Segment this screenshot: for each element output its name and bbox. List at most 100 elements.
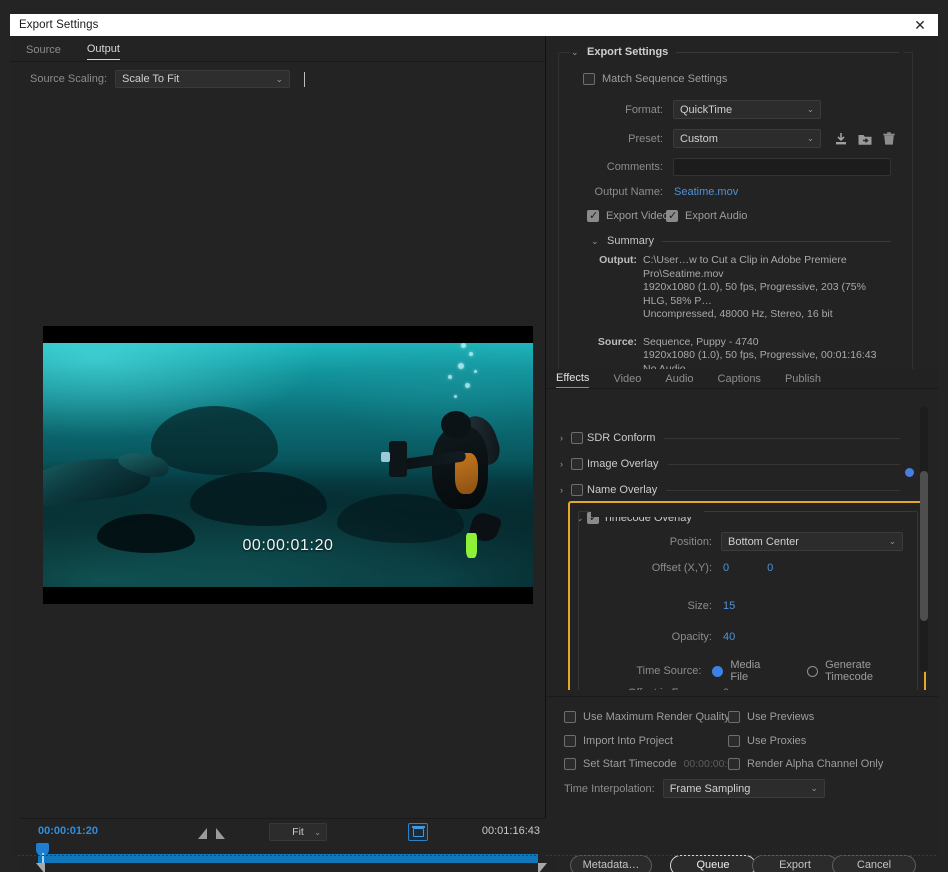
chevron-down-icon[interactable]: ⌄ (571, 47, 580, 58)
summary-output-key: Output: (599, 254, 637, 266)
image-overlay-checkbox[interactable] (571, 458, 583, 470)
offset-y-value[interactable]: 0 (767, 562, 773, 574)
summary-output-line: Uncompressed, 48000 Hz, Stereo, 16 bit (643, 308, 833, 320)
preset-row: Preset: Custom ⌄ (559, 129, 902, 148)
render-alpha-only-row[interactable]: Render Alpha Channel Only (728, 758, 883, 770)
import-into-project-row[interactable]: Import Into Project (564, 735, 673, 747)
offset-frames-value[interactable]: 0 (723, 687, 729, 690)
tab-audio[interactable]: Audio (665, 373, 693, 388)
use-proxies-checkbox[interactable] (728, 735, 740, 747)
offset-frames-row: Offset in Frames: 0 (579, 687, 909, 690)
summary-header[interactable]: ⌄ Summary (591, 235, 891, 247)
tab-output[interactable]: Output (86, 43, 120, 60)
diver-hood (440, 411, 471, 439)
video-frame: 00:00:01:20 (43, 343, 533, 587)
export-audio-label: Export Audio (685, 210, 748, 222)
window-title: Export Settings (19, 19, 99, 31)
export-video-checkbox[interactable] (587, 209, 599, 223)
source-scaling-row: Source Scaling: Scale To Fit ⌄ (10, 68, 545, 90)
time-interpolation-label: Time Interpolation: (564, 782, 655, 795)
underwater-camera (380, 440, 408, 478)
preset-label: Preset: (628, 132, 663, 145)
time-interpolation-value: Frame Sampling (669, 782, 751, 795)
size-value[interactable]: 15 (723, 600, 735, 612)
tab-video[interactable]: Video (613, 373, 641, 388)
in-point-icon[interactable] (198, 828, 207, 839)
offset-x-value[interactable]: 0 (723, 562, 729, 574)
name-overlay-checkbox[interactable] (571, 484, 583, 496)
cancel-button[interactable]: Cancel (832, 854, 916, 872)
tab-publish[interactable]: Publish (785, 373, 821, 388)
use-max-render-quality-checkbox[interactable] (564, 711, 576, 723)
use-previews-row[interactable]: Use Previews (728, 711, 814, 723)
generate-timecode-radio[interactable] (807, 665, 819, 677)
effects-scrollbar[interactable] (920, 407, 928, 672)
chevron-right-icon[interactable]: › (560, 433, 571, 443)
match-sequence-settings-row[interactable]: Match Sequence Settings (583, 73, 727, 85)
effect-row-image-overlay[interactable]: › Image Overlay (560, 455, 900, 473)
current-timecode[interactable]: 00:00:01:20 (38, 825, 98, 837)
delete-preset-icon[interactable] (881, 131, 897, 147)
export-settings-header[interactable]: ⌄ Export Settings (571, 46, 903, 58)
zoom-level-dropdown[interactable]: Fit ⌄ (269, 823, 327, 841)
preset-dropdown[interactable]: Custom ⌄ (673, 129, 821, 148)
chevron-down-icon: ⌄ (806, 104, 814, 114)
source-scaling-value: Scale To Fit (122, 73, 180, 85)
source-scaling-dropdown[interactable]: Scale To Fit ⌄ (115, 70, 291, 88)
save-preset-icon[interactable] (833, 131, 849, 147)
tab-captions[interactable]: Captions (718, 373, 761, 388)
export-settings-window: Export Settings ✕ Source Output Source S… (0, 0, 948, 872)
comments-row: Comments: (559, 158, 902, 176)
divider (667, 463, 900, 465)
position-dropdown[interactable]: Bottom Center ⌄ (721, 532, 903, 551)
scuba-diver (380, 409, 504, 558)
use-previews-checkbox[interactable] (728, 711, 740, 723)
effects-tab-bar: Effects Video Audio Captions Publish (546, 369, 938, 389)
chevron-down-icon: ⌄ (810, 783, 818, 793)
render-alpha-only-checkbox[interactable] (728, 758, 740, 770)
chevron-right-icon[interactable]: › (560, 485, 571, 495)
export-button[interactable]: Export (752, 854, 838, 872)
use-proxies-label: Use Proxies (747, 735, 807, 747)
zoom-level-value: Fit (292, 826, 304, 838)
use-max-render-quality-row[interactable]: Use Maximum Render Quality (564, 711, 730, 723)
export-video-row[interactable]: Export Video (587, 209, 669, 223)
duration-timecode: 00:01:16:43 (481, 825, 540, 837)
sdr-conform-checkbox[interactable] (571, 432, 583, 444)
queue-button[interactable]: Queue (670, 854, 756, 872)
set-start-timecode-row[interactable]: Set Start Timecode 00:00:00:00 (564, 758, 739, 770)
effect-row-name-overlay[interactable]: › Name Overlay (560, 481, 900, 499)
comments-input[interactable] (673, 158, 891, 176)
video-preview[interactable]: 00:00:01:20 (43, 326, 533, 604)
import-preset-icon[interactable] (857, 131, 873, 147)
time-interpolation-dropdown[interactable]: Frame Sampling ⌄ (662, 779, 825, 798)
export-range-icon[interactable] (408, 823, 428, 841)
import-into-project-checkbox[interactable] (564, 735, 576, 747)
export-audio-row[interactable]: Export Audio (666, 209, 748, 223)
metadata-button[interactable]: Metadata… (570, 854, 652, 872)
out-point-icon[interactable] (216, 828, 225, 839)
effects-scrollbar-thumb[interactable] (920, 471, 928, 621)
chevron-down-icon[interactable]: ⌄ (591, 236, 600, 247)
format-label: Format: (625, 103, 663, 116)
set-start-timecode-checkbox[interactable] (564, 758, 576, 770)
time-source-row: Time Source: Media File Generate Timecod… (579, 659, 914, 683)
match-sequence-settings-checkbox[interactable] (583, 73, 595, 85)
position-label: Position: (669, 535, 712, 548)
chevron-down-icon: ⌄ (888, 536, 896, 546)
format-dropdown[interactable]: QuickTime ⌄ (673, 100, 821, 119)
chevron-down-icon: ⌄ (275, 73, 284, 84)
summary-source-line: Sequence, Puppy - 4740 (643, 335, 759, 348)
close-icon[interactable]: ✕ (910, 16, 930, 34)
effect-row-sdr-conform[interactable]: › SDR Conform (560, 429, 900, 447)
export-audio-checkbox[interactable] (666, 209, 678, 223)
opacity-value[interactable]: 40 (723, 631, 735, 643)
divider (18, 855, 538, 856)
chevron-right-icon[interactable]: › (560, 459, 571, 469)
use-proxies-row[interactable]: Use Proxies (728, 735, 806, 747)
tab-effects[interactable]: Effects (556, 372, 590, 388)
tab-source[interactable]: Source (26, 44, 61, 60)
media-file-radio[interactable] (712, 665, 724, 677)
action-buttons: Metadata… Queue Export Cancel (546, 848, 938, 872)
output-name-link[interactable]: Seatime.mov (674, 186, 738, 198)
